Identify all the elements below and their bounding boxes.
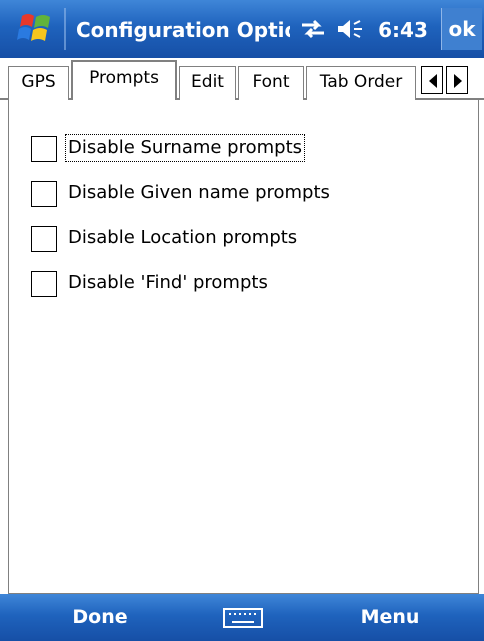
tab-edit[interactable]: Edit xyxy=(179,66,236,100)
option-label[interactable]: Disable Given name prompts xyxy=(66,180,332,206)
clock[interactable]: 6:43 xyxy=(370,15,436,45)
option-disable-surname[interactable]: Disable Surname prompts xyxy=(31,133,451,165)
volume-icon[interactable] xyxy=(334,16,366,42)
arrow-left-icon xyxy=(429,74,437,88)
menu-bar: Done Menu xyxy=(0,594,484,641)
connectivity-icon[interactable] xyxy=(298,16,328,42)
option-label[interactable]: Disable Surname prompts xyxy=(64,134,306,162)
arrow-right-icon xyxy=(454,74,462,88)
title-bar: Configuration Options 6:43 ok xyxy=(0,0,484,58)
menu-softkey[interactable]: Menu xyxy=(330,594,450,641)
option-disable-find[interactable]: Disable 'Find' prompts xyxy=(31,268,451,300)
tab-prompts[interactable]: Prompts xyxy=(71,60,177,100)
keyboard-icon[interactable] xyxy=(222,606,264,630)
checkbox-disable-location[interactable] xyxy=(31,226,57,252)
prompts-panel: Disable Surname prompts Disable Given na… xyxy=(8,100,479,594)
option-disable-location[interactable]: Disable Location prompts xyxy=(31,223,451,255)
tab-font[interactable]: Font xyxy=(238,66,304,100)
ok-button[interactable]: ok xyxy=(441,8,482,50)
option-disable-given-name[interactable]: Disable Given name prompts xyxy=(31,178,451,210)
tab-scroll-right-button[interactable] xyxy=(446,66,468,94)
checkbox-disable-surname[interactable] xyxy=(31,136,57,162)
windows-start-icon[interactable] xyxy=(16,10,56,48)
option-label[interactable]: Disable 'Find' prompts xyxy=(66,270,270,296)
tab-tab-order[interactable]: Tab Order xyxy=(306,66,416,100)
option-label[interactable]: Disable Location prompts xyxy=(66,225,299,251)
tab-scroll-left-button[interactable] xyxy=(421,66,443,94)
tab-strip: GPS Prompts Edit Font Tab Order xyxy=(0,58,484,100)
checkbox-disable-given-name[interactable] xyxy=(31,181,57,207)
tab-gps[interactable]: GPS xyxy=(8,66,69,100)
title-separator xyxy=(64,8,66,50)
done-softkey[interactable]: Done xyxy=(40,594,160,641)
checkbox-disable-find[interactable] xyxy=(31,271,57,297)
window-title: Configuration Options xyxy=(76,18,290,42)
